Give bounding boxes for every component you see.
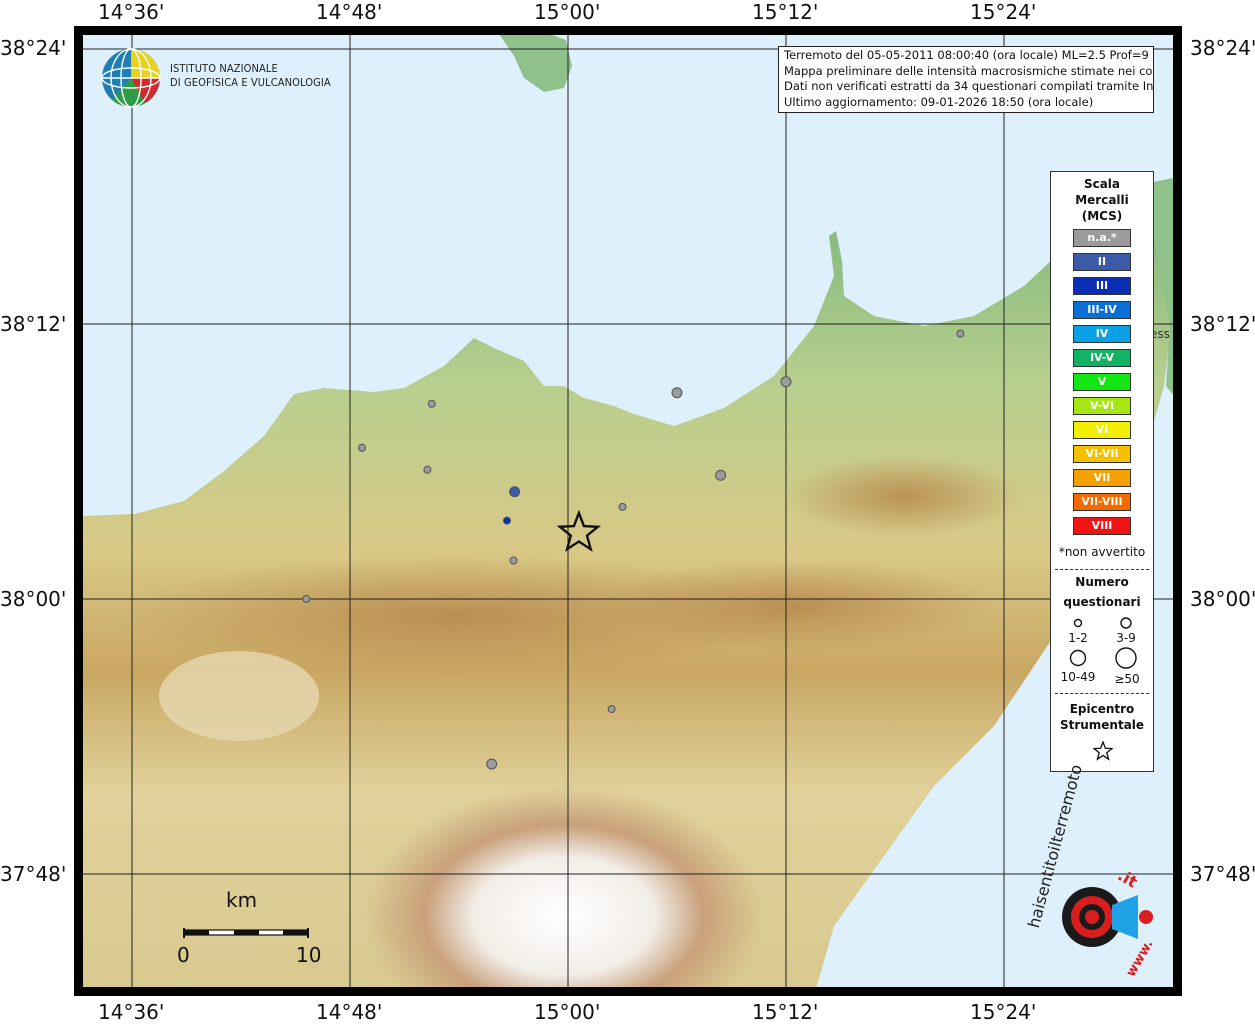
- count-label-1: 1-2: [1068, 631, 1088, 645]
- ridge-north: [784, 456, 1024, 536]
- frame-right: [1173, 26, 1182, 996]
- survey-point-3[interactable]: [671, 387, 683, 399]
- legend-swatch-viii: VIII: [1073, 517, 1131, 535]
- legend-title-1: Scala: [1083, 177, 1121, 191]
- coord-left-1: 38°24': [0, 36, 67, 60]
- count-label-4: ≥50: [1114, 672, 1140, 686]
- coord-bottom-3: 15°00': [534, 1000, 601, 1024]
- survey-point-12[interactable]: [302, 595, 311, 603]
- count-symbol-10-49: [1069, 649, 1087, 667]
- scalebar-start: 0: [177, 943, 190, 967]
- survey-point-2[interactable]: [780, 376, 792, 388]
- coord-top-3: 15°00': [534, 0, 601, 24]
- survey-point-11[interactable]: [509, 556, 518, 565]
- coord-bottom-4: 15°12': [752, 1000, 819, 1024]
- coord-top-2: 14°48': [316, 0, 383, 24]
- legend-title: Scala Mercalli (MCS): [1051, 176, 1153, 224]
- survey-point-14[interactable]: [486, 758, 498, 770]
- count-title-1: Numero: [1075, 575, 1129, 589]
- survey-point-13[interactable]: [607, 705, 616, 713]
- info-line-1: Terremoto del 05-05-2011 08:00:40 (ora l…: [784, 48, 1154, 62]
- coord-right-2: 38°12': [1190, 312, 1255, 336]
- legend-swatch-iii: III: [1073, 277, 1131, 295]
- survey-point-7[interactable]: [357, 443, 366, 452]
- epicenter-title: Epicentro Strumentale: [1051, 701, 1153, 733]
- legend-swatch-v-vi: V-VI: [1073, 397, 1131, 415]
- scalebar-unit: km: [226, 888, 258, 912]
- legend-swatch-vi: VI: [1073, 421, 1131, 439]
- legend-swatch-n-a-: n.a.*: [1073, 229, 1131, 247]
- scalebar-end: 10: [296, 943, 322, 967]
- institute-line-1: ISTITUTO NAZIONALE: [170, 62, 278, 75]
- legend-swatch-vii: VII: [1073, 469, 1131, 487]
- coord-left-4: 37°48': [0, 862, 67, 886]
- info-line-3: Dati non verificati estratti da 34 quest…: [784, 79, 1154, 93]
- legend-swatch-iv-v: IV-V: [1073, 349, 1131, 367]
- info-line-2: Mappa preliminare delle intensità macros…: [784, 63, 1154, 78]
- globe-icon: [101, 48, 161, 108]
- survey-point-6[interactable]: [427, 399, 436, 408]
- survey-point-1[interactable]: [956, 329, 965, 338]
- legend-swatch-vii-viii: VII-VIII: [1073, 493, 1131, 511]
- coord-right-1: 38°24': [1190, 36, 1255, 60]
- coord-bottom-1: 14°36': [98, 1000, 165, 1024]
- coord-top-4: 15°12': [752, 0, 819, 24]
- coord-bottom-5: 15°24': [970, 1000, 1037, 1024]
- survey-point-10[interactable]: [509, 486, 521, 498]
- frame-top: [74, 26, 1182, 35]
- info-line-4: Ultimo aggiornamento: 09-01-2026 18:50 (…: [784, 94, 1094, 109]
- legend-swatch-iii-iv: III-IV: [1073, 301, 1131, 319]
- terrain-map: [74, 26, 1182, 1024]
- scale-bar: [183, 928, 309, 938]
- event-info-box: Terremoto del 05-05-2011 08:00:40 (ora l…: [778, 46, 1154, 113]
- legend-separator-1: [1055, 569, 1149, 570]
- count-label-2: 3-9: [1116, 631, 1136, 645]
- legend-swatch-v: V: [1073, 373, 1131, 391]
- legend-separator-2: [1055, 693, 1149, 694]
- coord-left-2: 38°12': [0, 312, 67, 336]
- survey-point-8[interactable]: [715, 469, 727, 481]
- legend-swatch-iv: IV: [1073, 325, 1131, 343]
- count-symbol-1-2: [1073, 618, 1083, 628]
- count-title: Numero questionari: [1051, 574, 1153, 610]
- count-label-3: 10-49: [1060, 670, 1096, 684]
- legend-title-3: (MCS): [1081, 209, 1123, 223]
- coord-right-3: 38°00': [1190, 587, 1255, 611]
- legend-swatch-ii: II: [1073, 253, 1131, 271]
- legend: Scala Mercalli (MCS) n.a.* II III III-IV IV I…: [1050, 171, 1154, 772]
- coord-bottom-2: 14°48': [316, 1000, 383, 1024]
- count-symbol-3-9: [1120, 617, 1132, 629]
- epicenter-title-2: Strumentale: [1059, 718, 1145, 732]
- map-area[interactable]: [74, 26, 1182, 1024]
- star-icon: [1093, 741, 1113, 761]
- legend-swatch-vi-vii: VI-VII: [1073, 445, 1131, 463]
- coord-left-3: 38°00': [0, 587, 67, 611]
- frame-left: [74, 26, 83, 996]
- institute-line-2: DI GEOFISICA E VULCANOLOGIA: [170, 76, 331, 89]
- survey-point-5[interactable]: [423, 465, 432, 474]
- count-symbol-50: [1115, 647, 1137, 669]
- survey-point-9[interactable]: [502, 516, 511, 525]
- count-title-2: questionari: [1063, 595, 1141, 609]
- coord-top-5: 15°24': [970, 0, 1037, 24]
- epicenter-title-1: Epicentro: [1069, 702, 1135, 716]
- haisentito-logo: haisentitoilterremoto .it www.: [1024, 762, 1160, 985]
- coord-top-1: 14°36': [98, 0, 165, 24]
- coord-right-4: 37°48': [1190, 862, 1255, 886]
- institute-name: ISTITUTO NAZIONALE DI GEOFISICA E VULCAN…: [170, 62, 331, 90]
- legend-note: *non avvertito: [1058, 545, 1146, 559]
- ridge-peloritani: [594, 561, 994, 651]
- frame-bottom: [74, 987, 1182, 996]
- legend-title-2: Mercalli: [1075, 193, 1129, 207]
- survey-point-4[interactable]: [618, 502, 627, 511]
- mountain-west: [159, 651, 319, 741]
